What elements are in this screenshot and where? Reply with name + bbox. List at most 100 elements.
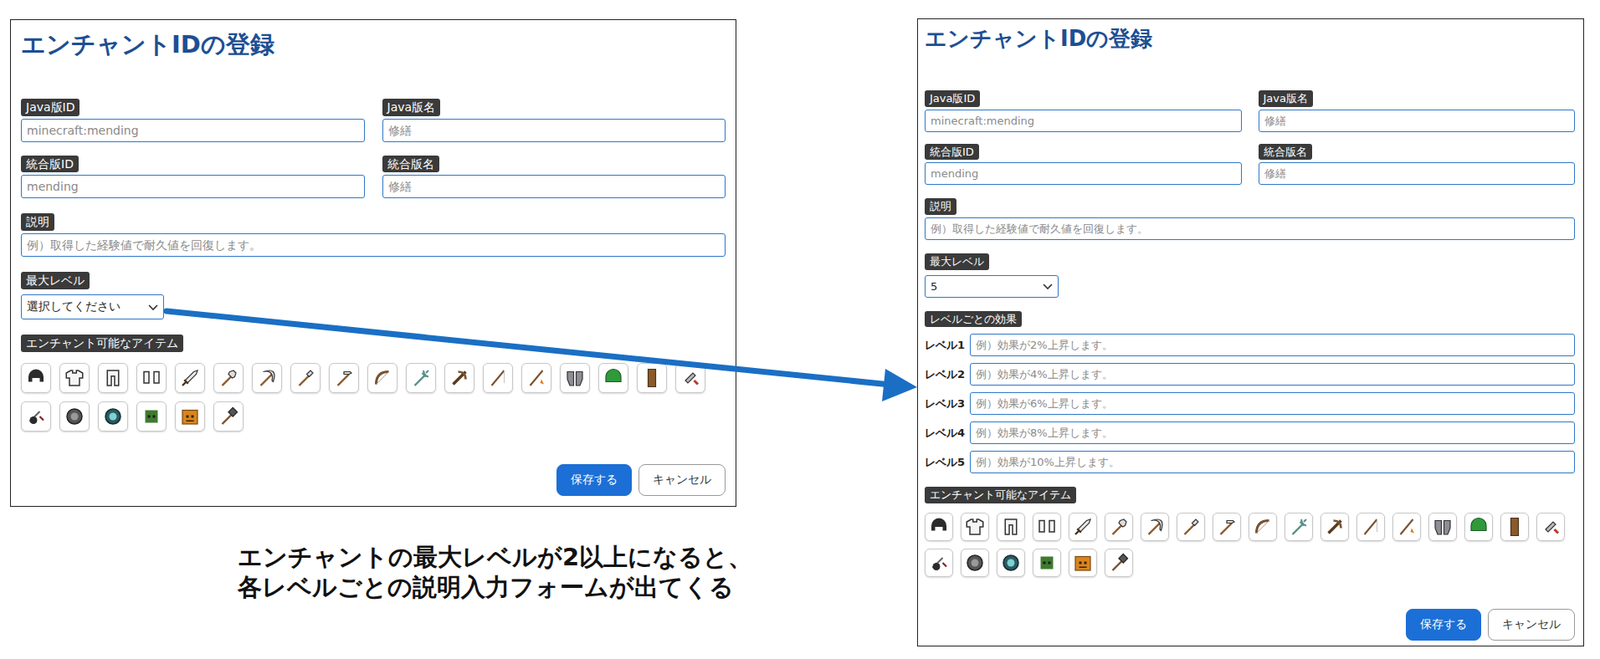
item-button[interactable]: [960, 548, 990, 578]
text-input[interactable]: [20, 118, 365, 143]
item-button[interactable]: [1068, 512, 1098, 542]
text-input[interactable]: [924, 109, 1242, 133]
field: Java版名: [382, 98, 727, 143]
field: Java版ID: [924, 90, 1242, 133]
item-button[interactable]: [1464, 512, 1493, 542]
crossbow-icon: [449, 368, 470, 389]
item-button[interactable]: [1284, 512, 1313, 542]
max-level-select[interactable]: 選択してください: [20, 294, 165, 320]
item-button[interactable]: [1068, 548, 1098, 578]
item-button[interactable]: [136, 363, 167, 394]
level-label: レベル3: [924, 396, 965, 412]
item-button[interactable]: [1428, 512, 1457, 542]
item-button[interactable]: [996, 512, 1026, 542]
level-effect-input[interactable]: [969, 421, 1575, 445]
item-button[interactable]: [97, 401, 129, 432]
item-button[interactable]: [521, 363, 552, 394]
item-button[interactable]: [924, 512, 954, 542]
item-button[interactable]: [20, 363, 52, 394]
carrot-on-a-stick-icon: [526, 368, 547, 389]
trident-icon: [1288, 517, 1309, 538]
save-button[interactable]: 保存する: [1405, 609, 1482, 642]
description-input[interactable]: [924, 217, 1575, 241]
item-button[interactable]: [59, 401, 90, 432]
save-button[interactable]: 保存する: [556, 464, 632, 497]
item-button[interactable]: [1248, 512, 1277, 542]
text-input[interactable]: [382, 118, 727, 143]
item-button[interactable]: [1320, 512, 1349, 542]
level-effect-input[interactable]: [969, 392, 1575, 416]
level-effect-input[interactable]: [969, 363, 1575, 386]
item-button[interactable]: [405, 363, 436, 394]
turtle-helmet-icon: [1468, 517, 1489, 538]
warped-fungus-on-a-stick-icon: [928, 553, 949, 574]
item-button[interactable]: [996, 548, 1026, 578]
item-button[interactable]: [213, 363, 244, 394]
item-grid: [924, 512, 1575, 578]
description-input[interactable]: [20, 233, 726, 257]
item-button[interactable]: [1176, 512, 1206, 542]
bow-icon: [1252, 517, 1273, 538]
field-label: 統合版ID: [924, 143, 980, 161]
item-button[interactable]: [367, 363, 398, 394]
max-level-select[interactable]: 5: [924, 275, 1059, 298]
item-button[interactable]: [559, 363, 590, 394]
level-effect-input[interactable]: [969, 333, 1575, 357]
item-button[interactable]: [1392, 512, 1421, 542]
cancel-button[interactable]: キャンセル: [1487, 609, 1575, 642]
field-label: エンチャント可能なアイテム: [924, 487, 1077, 504]
item-button[interactable]: [59, 363, 90, 394]
field-label: レベルごとの効果: [924, 311, 1022, 329]
item-button[interactable]: [1356, 512, 1385, 542]
item-button[interactable]: [290, 363, 321, 394]
item-button[interactable]: [924, 548, 954, 578]
item-button[interactable]: [1212, 512, 1242, 542]
helmet-icon: [25, 368, 47, 389]
item-button[interactable]: [1032, 512, 1062, 542]
shield-icon: [641, 368, 662, 389]
item-button[interactable]: [444, 363, 475, 394]
item-button[interactable]: [482, 363, 513, 394]
item-button[interactable]: [960, 512, 990, 542]
level-label: レベル1: [924, 338, 965, 354]
item-button[interactable]: [251, 363, 283, 394]
sword-icon: [179, 368, 200, 389]
item-button[interactable]: [598, 363, 629, 394]
field-label: Java版ID: [20, 98, 80, 117]
carved-pumpkin-icon: [1072, 553, 1093, 574]
item-button[interactable]: [174, 401, 206, 432]
item-button[interactable]: [328, 363, 359, 394]
text-input[interactable]: [20, 174, 365, 199]
level-effect-input[interactable]: [969, 451, 1575, 474]
text-input[interactable]: [382, 174, 727, 199]
field: 統合版ID: [924, 143, 1242, 186]
zombie-head-icon: [1036, 553, 1057, 574]
text-input[interactable]: [1258, 162, 1576, 185]
item-button[interactable]: [213, 401, 244, 432]
item-button[interactable]: [20, 401, 52, 432]
axe-icon: [1108, 517, 1129, 538]
cancel-button[interactable]: キャンセル: [638, 464, 726, 497]
item-button[interactable]: [636, 363, 667, 394]
item-button[interactable]: [97, 363, 129, 394]
item-button[interactable]: [1500, 512, 1529, 542]
item-button[interactable]: [1104, 512, 1134, 542]
item-button[interactable]: [675, 363, 706, 394]
caption-line: エンチャントの最大レベルが2以上になると、: [237, 542, 753, 573]
enchant-form-before: エンチャントIDの登録Java版IDJava版名統合版ID統合版名説明最大レベル…: [10, 19, 737, 508]
text-input[interactable]: [1258, 109, 1576, 133]
description-field: 説明: [20, 213, 726, 257]
leggings-icon: [102, 368, 124, 389]
item-button[interactable]: [1032, 548, 1062, 578]
helmet-icon: [928, 517, 949, 538]
recovery-compass-icon: [102, 406, 124, 427]
item-button[interactable]: [1536, 512, 1565, 542]
item-button[interactable]: [136, 401, 167, 432]
item-button[interactable]: [1140, 512, 1170, 542]
enchant-form-after: エンチャントIDの登録Java版IDJava版名統合版ID統合版名説明最大レベル…: [917, 18, 1585, 647]
item-button[interactable]: [1104, 548, 1134, 578]
chestplate-icon: [964, 517, 985, 538]
max-level-field: 最大レベル5: [924, 253, 1575, 298]
item-button[interactable]: [174, 363, 206, 394]
text-input[interactable]: [924, 162, 1242, 185]
